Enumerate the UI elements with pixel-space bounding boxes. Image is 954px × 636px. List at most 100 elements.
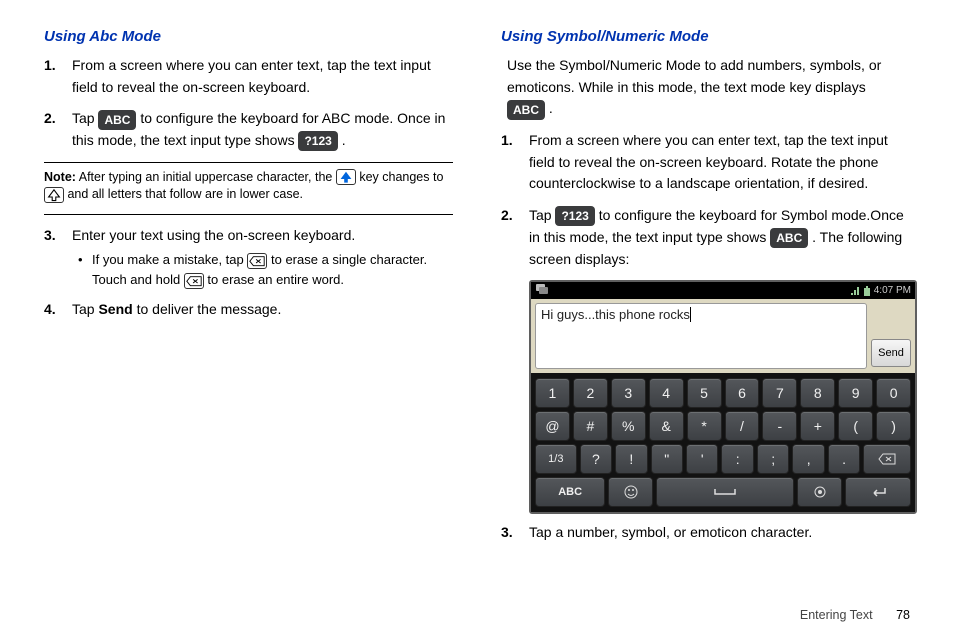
key-star[interactable]: * xyxy=(687,411,722,441)
key-period[interactable]: . xyxy=(828,444,860,474)
num-key-icon: ?123 xyxy=(298,131,337,151)
step-text: Enter your text using the on-screen keyb… xyxy=(72,227,355,243)
key-3[interactable]: 3 xyxy=(611,378,646,408)
step-text-part: Tap xyxy=(72,110,98,126)
key-dquote[interactable]: " xyxy=(651,444,683,474)
separator-line xyxy=(44,214,453,215)
keyboard-row-symbols2: 1/3 ? ! " ' : ; , . xyxy=(535,444,911,474)
gear-icon xyxy=(813,485,827,499)
keyboard-row-symbols1: @ # % & * / - + ( ) xyxy=(535,411,911,441)
signal-icon xyxy=(850,286,860,296)
key-plus[interactable]: + xyxy=(800,411,835,441)
keyboard-row-bottom: ABC xyxy=(535,477,911,507)
key-minus[interactable]: - xyxy=(762,411,797,441)
left-column: Using Abc Mode 1. From a screen where yo… xyxy=(44,28,453,554)
num-key-icon: ?123 xyxy=(555,206,594,226)
key-6[interactable]: 6 xyxy=(725,378,760,408)
page-number: 78 xyxy=(896,608,910,622)
key-space[interactable] xyxy=(656,477,794,507)
abc-key-icon: ABC xyxy=(507,100,545,120)
note-label: Note: xyxy=(44,170,76,184)
key-enter[interactable] xyxy=(845,477,911,507)
key-9[interactable]: 9 xyxy=(838,378,873,408)
step-text: From a screen where you can enter text, … xyxy=(529,132,888,191)
note-text: After typing an initial uppercase charac… xyxy=(76,170,336,184)
key-squote[interactable]: ' xyxy=(686,444,718,474)
key-4[interactable]: 4 xyxy=(649,378,684,408)
key-colon[interactable]: : xyxy=(721,444,753,474)
abc-key-icon: ABC xyxy=(770,228,808,248)
left-step-4: 4. Tap Send to deliver the message. xyxy=(72,299,453,321)
key-settings[interactable] xyxy=(797,477,842,507)
status-time: 4:07 PM xyxy=(874,285,911,296)
shift-up-arrow-icon xyxy=(336,169,356,185)
key-backspace[interactable] xyxy=(863,444,911,474)
intro-text: Use the Symbol/Numeric Mode to add numbe… xyxy=(501,55,910,120)
step-text: Tap a number, symbol, or emoticon charac… xyxy=(529,524,812,540)
key-comma[interactable]: , xyxy=(792,444,824,474)
bullet-text: to erase an entire word. xyxy=(207,272,344,287)
abc-key-icon: ABC xyxy=(98,110,136,130)
backspace-icon xyxy=(247,253,267,269)
step-text: From a screen where you can enter text, … xyxy=(72,57,431,95)
step-text-part: Tap xyxy=(529,207,555,223)
key-bang[interactable]: ! xyxy=(615,444,647,474)
key-5[interactable]: 5 xyxy=(687,378,722,408)
intro-part: Use the Symbol/Numeric Mode to add numbe… xyxy=(507,57,881,95)
key-1[interactable]: 1 xyxy=(535,378,570,408)
keyboard-row-numbers: 1 2 3 4 5 6 7 8 9 0 xyxy=(535,378,911,408)
status-bar: 4:07 PM xyxy=(531,282,915,299)
phone-screenshot: 4:07 PM Hi guys...this phone rocks Send … xyxy=(529,280,917,514)
heading-abc-mode: Using Abc Mode xyxy=(44,28,453,45)
sub-bullet: If you make a mistake, tap to erase a si… xyxy=(78,250,453,289)
battery-icon xyxy=(863,286,871,296)
key-emoticon[interactable] xyxy=(608,477,653,507)
key-percent[interactable]: % xyxy=(611,411,646,441)
message-compose-area: Hi guys...this phone rocks Send xyxy=(531,299,915,373)
emoticon-icon xyxy=(623,484,639,500)
notification-icons xyxy=(535,283,549,298)
key-page[interactable]: 1/3 xyxy=(535,444,577,474)
chat-icon xyxy=(535,283,549,295)
message-input[interactable]: Hi guys...this phone rocks xyxy=(535,303,867,369)
separator-line xyxy=(44,162,453,163)
key-8[interactable]: 8 xyxy=(800,378,835,408)
right-step-2: 2. Tap ?123 to configure the keyboard fo… xyxy=(529,205,910,270)
key-lparen[interactable]: ( xyxy=(838,411,873,441)
enter-icon xyxy=(869,486,887,498)
right-column: Using Symbol/Numeric Mode Use the Symbol… xyxy=(501,28,910,554)
key-semicolon[interactable]: ; xyxy=(757,444,789,474)
right-step-3: 3. Tap a number, symbol, or emoticon cha… xyxy=(529,522,910,544)
right-step-1: 1. From a screen where you can enter tex… xyxy=(529,130,910,195)
key-rparen[interactable]: ) xyxy=(876,411,911,441)
heading-symbol-mode: Using Symbol/Numeric Mode xyxy=(501,28,910,45)
send-button[interactable]: Send xyxy=(871,339,911,367)
note-text: key changes to xyxy=(359,170,443,184)
send-label: Send xyxy=(98,301,132,317)
shift-outline-icon xyxy=(44,187,64,203)
left-step-1: 1. From a screen where you can enter tex… xyxy=(72,55,453,98)
bullet-text: If you make a mistake, tap xyxy=(92,252,247,267)
key-at[interactable]: @ xyxy=(535,411,570,441)
intro-part: . xyxy=(549,100,553,116)
key-hash[interactable]: # xyxy=(573,411,608,441)
note-text: and all letters that follow are in lower… xyxy=(67,187,303,201)
key-2[interactable]: 2 xyxy=(573,378,608,408)
symbol-keyboard: 1 2 3 4 5 6 7 8 9 0 @ # % & * / xyxy=(531,373,915,512)
key-slash[interactable]: / xyxy=(725,411,760,441)
space-icon xyxy=(713,487,737,497)
step-text-part: . xyxy=(342,132,346,148)
step-text-part: to deliver the message. xyxy=(133,301,282,317)
step-text-part: Tap xyxy=(72,301,98,317)
backspace-icon xyxy=(878,453,896,465)
section-label: Entering Text xyxy=(800,608,873,622)
key-question[interactable]: ? xyxy=(580,444,612,474)
key-0[interactable]: 0 xyxy=(876,378,911,408)
key-abc-mode[interactable]: ABC xyxy=(535,477,605,507)
left-step-2: 2. Tap ABC to configure the keyboard for… xyxy=(72,108,453,151)
backspace-icon xyxy=(184,273,204,289)
key-amp[interactable]: & xyxy=(649,411,684,441)
note-block: Note: After typing an initial uppercase … xyxy=(44,169,453,204)
key-7[interactable]: 7 xyxy=(762,378,797,408)
page-footer: Entering Text 78 xyxy=(800,608,910,622)
